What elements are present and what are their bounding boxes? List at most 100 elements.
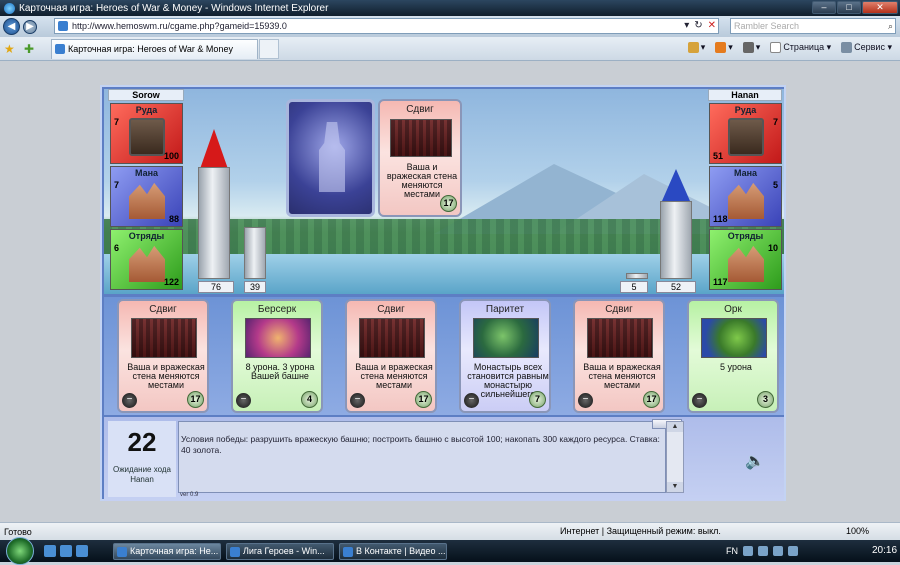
discard-button[interactable]: − bbox=[122, 393, 137, 408]
hand-card-1[interactable]: Сдвиг Ваша и вражеская стена меняются ме… bbox=[117, 299, 209, 413]
wall-swap-picture bbox=[359, 318, 425, 358]
player-right-mana: Мана 5 118 bbox=[709, 166, 782, 227]
add-favorites-icon[interactable]: ✚ bbox=[24, 42, 34, 56]
quicklaunch-icon[interactable] bbox=[44, 545, 56, 557]
search-input[interactable]: Rambler Search ⌕ bbox=[730, 18, 896, 34]
player-right-wall-value: 5 bbox=[620, 281, 648, 293]
barracks-picture bbox=[728, 245, 764, 282]
tray-icon[interactable] bbox=[758, 546, 768, 556]
discard-button[interactable]: − bbox=[464, 393, 479, 408]
resource-income: 5 bbox=[772, 180, 778, 190]
tray-icon[interactable] bbox=[743, 546, 753, 556]
player-right-ore: Руда 7 51 bbox=[709, 103, 782, 164]
hand-card-2[interactable]: Берсерк 8 урона. 3 урона Вашей башне − 4 bbox=[231, 299, 323, 413]
card-title: Паритет bbox=[485, 304, 525, 315]
start-button[interactable] bbox=[6, 537, 34, 565]
hand-card-6[interactable]: Орк 5 урона − 3 bbox=[687, 299, 779, 413]
close-button[interactable]: ✕ bbox=[862, 1, 898, 14]
refresh-icon[interactable]: ↻ bbox=[694, 20, 702, 31]
window-title: Карточная игра: Heroes of War & Money - … bbox=[19, 2, 329, 14]
quicklaunch-icon[interactable] bbox=[76, 545, 88, 557]
minimize-button[interactable]: ‒ bbox=[812, 1, 836, 14]
log-scrollbar[interactable]: ▲ ▼ bbox=[666, 421, 684, 493]
print-icon[interactable]: ▾ bbox=[742, 42, 760, 54]
card-title: Сдвиг bbox=[377, 304, 405, 315]
card-cost: 4 bbox=[301, 391, 318, 408]
address-dropdown-icon[interactable]: ▾ bbox=[684, 20, 689, 31]
sound-toggle-icon[interactable]: 🔈 bbox=[745, 451, 765, 471]
status-text: Готово bbox=[4, 526, 32, 537]
resource-income: 6 bbox=[114, 243, 120, 253]
monastery-picture bbox=[129, 182, 165, 219]
resource-amount: 100 bbox=[163, 151, 179, 161]
player-right-tower-value: 52 bbox=[656, 281, 696, 293]
player-right-wall bbox=[626, 273, 648, 279]
search-icon[interactable]: ⌕ bbox=[888, 19, 893, 33]
feeds-icon[interactable]: ▾ bbox=[715, 42, 733, 54]
task-vkontakte[interactable]: В Контакте | Видео ... bbox=[339, 543, 447, 560]
deck-card-back[interactable] bbox=[286, 99, 375, 217]
player-right-name: Hanan bbox=[708, 89, 782, 101]
taskbar: Карточная игра: He... Лига Героев - Win.… bbox=[0, 537, 900, 565]
card-cost: 17 bbox=[643, 391, 660, 408]
window-titlebar: Карточная игра: Heroes of War & Money - … bbox=[0, 0, 900, 16]
volume-icon[interactable] bbox=[788, 546, 798, 556]
forward-button[interactable]: ▶ bbox=[23, 19, 37, 34]
card-title: Сдвиг bbox=[406, 104, 434, 115]
tools-menu[interactable]: Сервис ▾ bbox=[841, 42, 892, 54]
search-placeholder: Rambler Search bbox=[734, 21, 800, 31]
back-button[interactable]: ◀ bbox=[3, 18, 20, 35]
task-game[interactable]: Карточная игра: He... bbox=[113, 543, 221, 560]
card-cost: 17 bbox=[415, 391, 432, 408]
resource-label: Отряды bbox=[128, 231, 165, 241]
language-indicator[interactable]: FN bbox=[726, 546, 738, 556]
turn-number: 22 bbox=[127, 427, 157, 457]
page-icon bbox=[58, 21, 68, 31]
card-title: Сдвиг bbox=[605, 304, 633, 315]
tab-game[interactable]: Карточная игра: Heroes of War & Money bbox=[51, 39, 258, 59]
card-description: Ваша и вражеская стена меняются местами bbox=[127, 362, 205, 390]
discard-button[interactable]: − bbox=[692, 393, 707, 408]
scroll-down-icon[interactable]: ▼ bbox=[667, 482, 683, 492]
player-left-troops: Отряды 6 122 bbox=[110, 229, 183, 290]
hand-card-4[interactable]: Паритет Монастырь всех становится равным… bbox=[459, 299, 551, 413]
ore-mine-picture bbox=[728, 118, 764, 156]
hand-card-3[interactable]: Сдвиг Ваша и вражеская стена меняются ме… bbox=[345, 299, 437, 413]
tab-bar: ★ ✚ Карточная игра: Heroes of War & Mone… bbox=[0, 37, 900, 61]
player-left-ore: Руда 7 100 bbox=[110, 103, 183, 164]
player-left-mana: Мана 7 88 bbox=[110, 166, 183, 227]
barracks-picture bbox=[129, 245, 165, 282]
parity-picture bbox=[473, 318, 539, 358]
stop-icon[interactable]: ✕ bbox=[708, 20, 716, 31]
network-icon[interactable] bbox=[773, 546, 783, 556]
card-title: Сдвиг bbox=[149, 304, 177, 315]
hand-card-5[interactable]: Сдвиг Ваша и вражеская стена меняются ме… bbox=[573, 299, 665, 413]
discard-button[interactable]: − bbox=[236, 393, 251, 408]
waiting-label: Ожидание хода Hanan bbox=[112, 465, 172, 484]
card-description: Ваша и вражеская стена меняются местами bbox=[355, 362, 433, 390]
address-field[interactable]: http://www.hemoswm.ru/cgame.php?gameid=1… bbox=[54, 18, 719, 34]
maximize-button[interactable]: □ bbox=[837, 1, 861, 14]
quicklaunch-icon[interactable] bbox=[60, 545, 72, 557]
tower-body bbox=[198, 167, 230, 279]
zoom-level[interactable]: 100% bbox=[846, 526, 869, 536]
page-menu[interactable]: Страница ▾ bbox=[770, 42, 831, 54]
discard-button[interactable]: − bbox=[578, 393, 593, 408]
player-left-wall-value: 39 bbox=[244, 281, 266, 293]
scroll-up-icon[interactable]: ▲ bbox=[667, 422, 683, 432]
resource-income: 7 bbox=[772, 117, 778, 127]
arena: Sorow Руда 7 100 Мана 7 88 Отряды 6 122 … bbox=[104, 89, 784, 294]
home-icon[interactable]: ▾ bbox=[687, 42, 705, 54]
new-tab-button[interactable] bbox=[259, 39, 279, 59]
tower-body bbox=[660, 201, 692, 279]
orc-picture bbox=[701, 318, 767, 358]
address-toolbar: ◀ ▶ http://www.hemoswm.ru/cgame.php?game… bbox=[0, 16, 900, 37]
quick-launch bbox=[44, 545, 88, 557]
resource-income: 7 bbox=[114, 180, 120, 190]
task-league[interactable]: Лига Героев - Win... bbox=[226, 543, 334, 560]
card-cost: 17 bbox=[440, 195, 457, 212]
favorites-star-icon[interactable]: ★ bbox=[4, 42, 15, 56]
clock[interactable]: 20:16 bbox=[872, 545, 897, 556]
ore-mine-picture bbox=[129, 118, 165, 156]
discard-button[interactable]: − bbox=[350, 393, 365, 408]
